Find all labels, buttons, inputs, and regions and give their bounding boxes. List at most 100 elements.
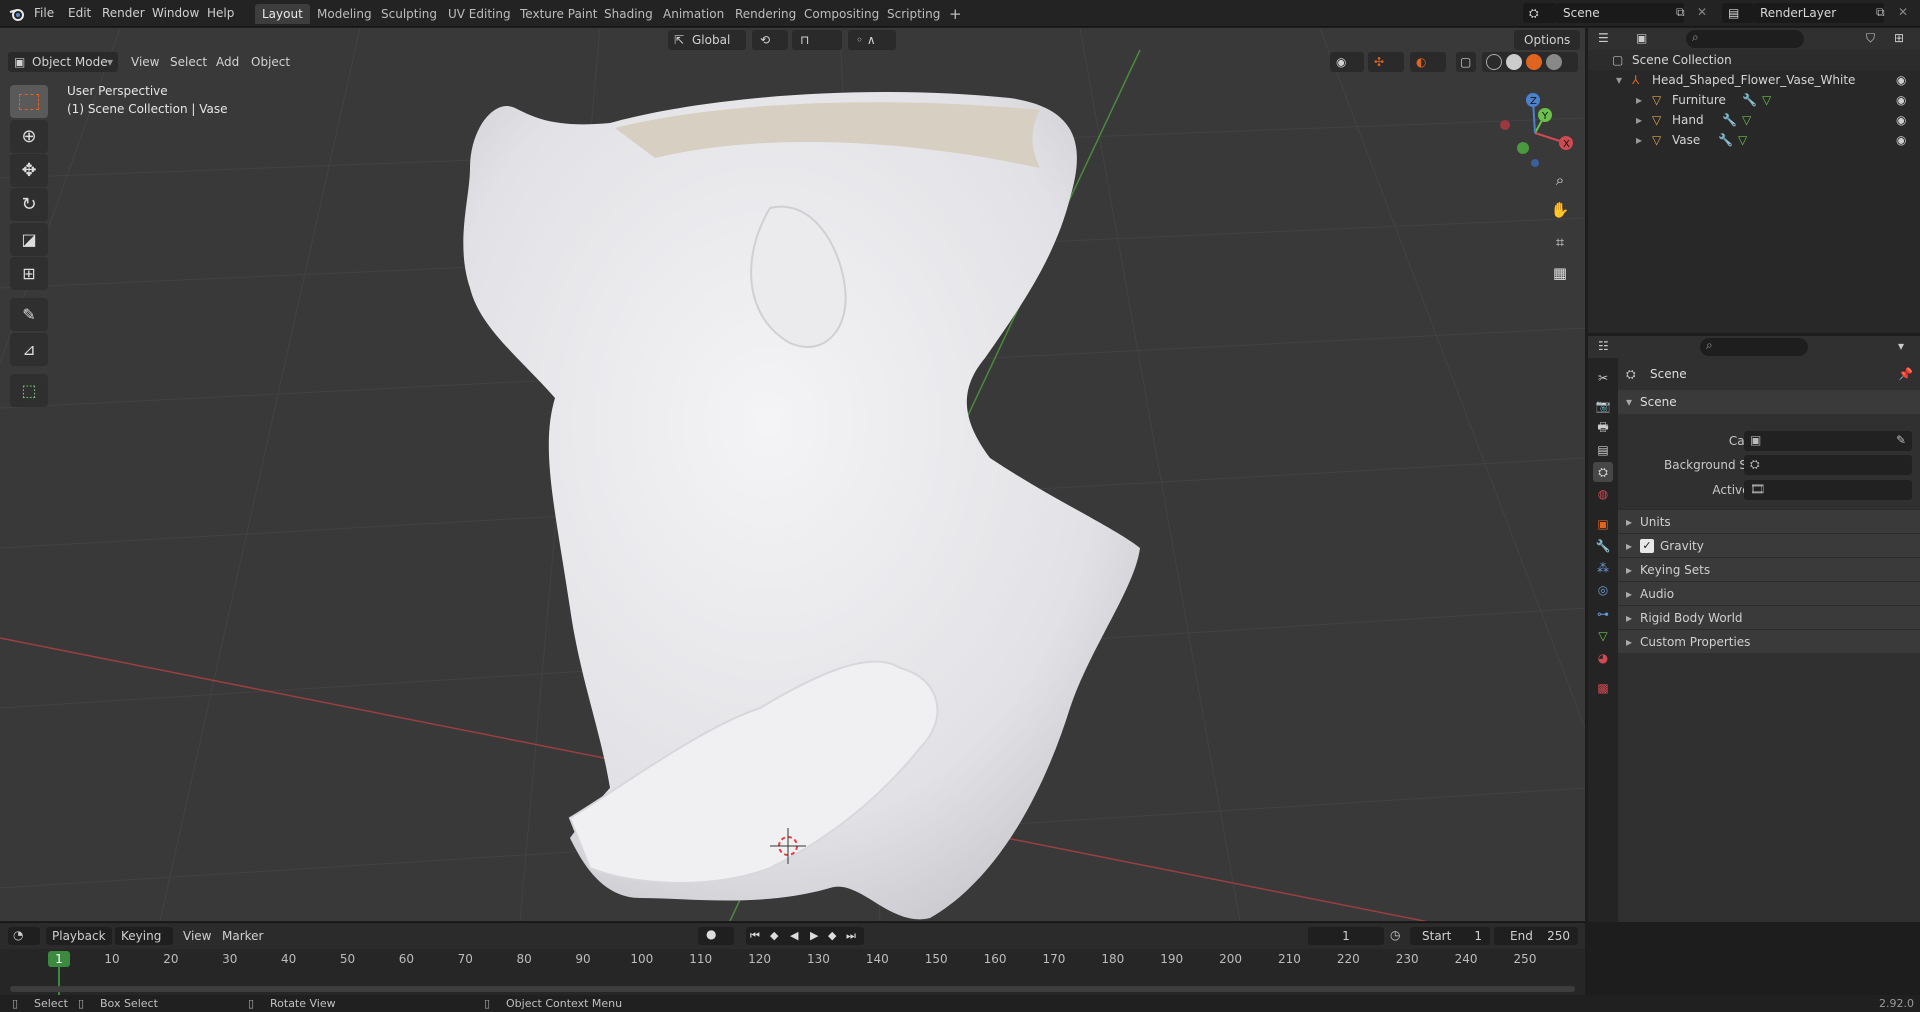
outliner-row-vase[interactable]: ▸ ▽ Vase 🔧 ▽ ◉: [1588, 130, 1920, 150]
mode-dropdown[interactable]: ▣ Object Mode ▾: [8, 52, 118, 72]
units-panel-header[interactable]: ▸ Units: [1618, 509, 1920, 533]
overlay-toggle[interactable]: ◐: [1410, 52, 1446, 72]
menu-edit[interactable]: Edit: [68, 4, 91, 22]
editor-type-dropdown[interactable]: ◔: [8, 927, 40, 945]
material-shading-icon[interactable]: [1526, 54, 1542, 70]
view-layer-type-dropdown[interactable]: ▤: [1722, 3, 1754, 23]
keying-dropdown[interactable]: Keying: [115, 927, 173, 945]
new-scene-icon[interactable]: ⧉: [1676, 5, 1685, 20]
pin-icon[interactable]: 📌: [1898, 367, 1913, 381]
start-frame-field[interactable]: Start 1: [1410, 927, 1490, 945]
add-workspace-icon[interactable]: +: [942, 4, 969, 24]
tab-uv-editing[interactable]: UV Editing: [441, 4, 518, 24]
end-frame-field[interactable]: End 250: [1494, 927, 1578, 945]
timeline-menu-view[interactable]: View: [183, 929, 211, 943]
auto-keying-toggle[interactable]: ●: [698, 927, 734, 945]
material-tab-icon[interactable]: ◕: [1593, 648, 1613, 668]
play-icon[interactable]: ▶: [810, 927, 818, 945]
view-layer-field[interactable]: RenderLayer: [1754, 3, 1884, 23]
jump-start-icon[interactable]: ⏮: [750, 927, 760, 945]
blender-logo-icon[interactable]: [8, 5, 26, 23]
menu-help[interactable]: Help: [207, 4, 234, 22]
scene-type-dropdown[interactable]: ⛭: [1523, 3, 1557, 23]
xray-toggle[interactable]: ▢: [1456, 52, 1476, 72]
jump-end-icon[interactable]: ⏭: [846, 927, 856, 945]
select-box-tool[interactable]: [10, 85, 48, 118]
custom-properties-panel-header[interactable]: ▸ Custom Properties: [1618, 629, 1920, 653]
editor-type-icon[interactable]: ☰: [1598, 31, 1609, 45]
viewport-menu-select[interactable]: Select: [170, 52, 207, 72]
wireframe-shading-icon[interactable]: [1486, 54, 1502, 70]
current-frame-field[interactable]: 1: [1308, 927, 1384, 945]
solid-shading-icon[interactable]: [1506, 54, 1522, 70]
view-layer-tab-icon[interactable]: ▤: [1593, 440, 1613, 460]
zoom-icon[interactable]: ⌕: [1548, 168, 1572, 192]
texture-tab-icon[interactable]: ▩: [1593, 678, 1613, 698]
next-keyframe-icon[interactable]: ◆: [828, 927, 836, 945]
add-cube-tool[interactable]: ⬚: [10, 374, 48, 407]
constraints-tab-icon[interactable]: ⊶: [1593, 604, 1613, 624]
pivot-dropdown[interactable]: ⟲: [752, 30, 788, 50]
perspective-toggle-icon[interactable]: ▦: [1548, 261, 1572, 285]
tab-modeling[interactable]: Modeling: [310, 4, 379, 24]
physics-tab-icon[interactable]: ◎: [1593, 580, 1613, 600]
close-scene-icon[interactable]: ✕: [1697, 5, 1707, 19]
close-view-layer-icon[interactable]: ✕: [1898, 5, 1908, 19]
cursor-tool[interactable]: ⊕: [10, 120, 48, 153]
move-tool[interactable]: ✥: [10, 154, 48, 187]
camera-field[interactable]: ▣ ✎: [1744, 431, 1912, 451]
viewport-menu-view[interactable]: View: [131, 52, 159, 72]
visibility-eye-icon[interactable]: ◉: [1896, 130, 1906, 150]
scene-tab-icon[interactable]: ⛭: [1593, 462, 1613, 482]
object-tab-icon[interactable]: ▣: [1593, 514, 1613, 534]
particles-tab-icon[interactable]: ⁂: [1593, 558, 1613, 578]
audio-panel-header[interactable]: ▸ Audio: [1618, 581, 1920, 605]
tab-sculpting[interactable]: Sculpting: [374, 4, 444, 24]
proportional-edit-dropdown[interactable]: ◦ ∧: [848, 30, 896, 50]
transform-orientation-dropdown[interactable]: ⇱ Global: [668, 30, 746, 50]
scene-panel-header[interactable]: ▾ Scene: [1618, 390, 1920, 414]
outliner-row-furniture[interactable]: ▸ ▽ Furniture 🔧 ▽ ◉: [1588, 90, 1920, 110]
data-tab-icon[interactable]: ▽: [1593, 626, 1613, 646]
tab-compositing[interactable]: Compositing: [797, 4, 886, 24]
render-tab-icon[interactable]: 📷: [1593, 396, 1613, 416]
measure-tool[interactable]: ⊿: [10, 333, 48, 366]
gizmo-toggle[interactable]: ✣: [1368, 52, 1404, 72]
transform-tool[interactable]: ⊞: [10, 257, 48, 290]
outliner-search-input[interactable]: ⌕: [1686, 30, 1804, 48]
rendered-shading-icon[interactable]: [1546, 54, 1562, 70]
viewport-menu-object[interactable]: Object: [251, 52, 290, 72]
tab-shading[interactable]: Shading: [597, 4, 660, 24]
shading-mode-group[interactable]: [1482, 52, 1578, 72]
tool-tab-icon[interactable]: ✂: [1593, 368, 1613, 388]
gravity-panel-header[interactable]: ▸ ✓ Gravity: [1618, 533, 1920, 557]
scale-tool[interactable]: ◪: [10, 223, 48, 256]
display-mode-icon[interactable]: ▣: [1636, 31, 1647, 45]
new-collection-icon[interactable]: ⊞: [1894, 31, 1904, 45]
properties-search-input[interactable]: ⌕: [1700, 338, 1808, 356]
scene-name-field[interactable]: Scene: [1557, 3, 1684, 23]
menu-file[interactable]: File: [34, 4, 54, 22]
new-view-layer-icon[interactable]: ⧉: [1876, 5, 1885, 20]
vase-model[interactable]: [463, 92, 1140, 920]
eyedropper-icon[interactable]: ✎: [1896, 433, 1906, 447]
modifier-tab-icon[interactable]: 🔧: [1593, 536, 1613, 556]
expand-arrow-icon[interactable]: ▸: [1636, 130, 1642, 150]
expand-arrow-icon[interactable]: ▾: [1616, 70, 1622, 90]
keying-sets-panel-header[interactable]: ▸ Keying Sets: [1618, 557, 1920, 581]
active-clip-field[interactable]: 🎞: [1744, 480, 1912, 500]
clock-icon[interactable]: ◷: [1390, 928, 1400, 942]
playback-controls[interactable]: ⏮ ◆ ◀ ▶ ◆ ⏭: [746, 927, 864, 945]
tab-scripting[interactable]: Scripting: [880, 4, 947, 24]
tab-layout[interactable]: Layout: [255, 4, 310, 24]
expand-arrow-icon[interactable]: ▸: [1636, 110, 1642, 130]
rigid-body-world-panel-header[interactable]: ▸ Rigid Body World: [1618, 605, 1920, 629]
viewport-menu-add[interactable]: Add: [216, 52, 239, 72]
pan-hand-icon[interactable]: ✋: [1548, 198, 1572, 222]
playback-dropdown[interactable]: Playback: [46, 927, 112, 945]
snap-dropdown[interactable]: ⊓: [792, 30, 842, 50]
tab-texture-paint[interactable]: Texture Paint: [513, 4, 604, 24]
visibility-eye-icon[interactable]: ◉: [1896, 90, 1906, 110]
outliner-row-hand[interactable]: ▸ ▽ Hand 🔧 ▽ ◉: [1588, 110, 1920, 130]
world-tab-icon[interactable]: ◍: [1593, 484, 1613, 504]
